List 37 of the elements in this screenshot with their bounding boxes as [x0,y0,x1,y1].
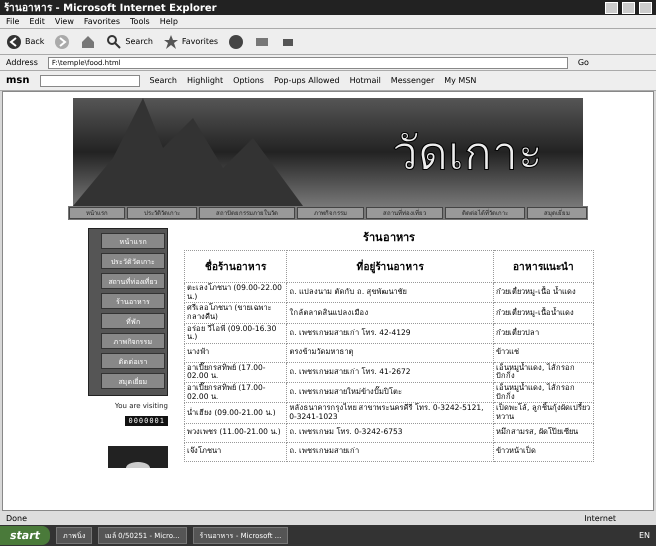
toolbar-link[interactable]: Messenger [390,76,434,85]
back-button[interactable]: Back [6,34,44,50]
menu-item[interactable]: Help [160,17,178,26]
star-icon [162,34,179,50]
column-header: อาหารแนะนำ [494,250,594,282]
menu-item[interactable]: View [54,17,74,26]
go-button[interactable]: Go [578,58,589,67]
zone-label: Internet [584,514,616,522]
home-icon[interactable] [80,34,96,50]
close-button[interactable] [639,2,652,14]
search-button[interactable]: Search [106,34,153,50]
toolbar-link[interactable]: My MSN [444,76,476,85]
search-field[interactable] [40,74,140,86]
status-text: Done [6,514,28,522]
column-header: ที่อยู่ร้านอาหาร [286,250,494,282]
start-button[interactable]: start [0,526,50,545]
address-label: Address [6,58,38,67]
window-title: ร้านอาหาร - Microsoft Internet Explorer [4,1,218,15]
menu-item[interactable]: File [6,17,20,26]
toolbar-link[interactable]: Hotmail [350,76,381,85]
toolbar-link[interactable]: Highlight [186,76,224,85]
msn-logo: msn [6,75,30,86]
maximize-button[interactable] [622,2,635,14]
favorites-button[interactable]: Favorites [162,34,218,50]
banner-title: วัดเกาะ [392,124,543,182]
toolbar-link[interactable]: Search [150,76,177,85]
language-indicator: EN [638,531,650,540]
menu-item[interactable]: Favorites [84,17,120,26]
menu-item[interactable]: Tools [130,17,150,26]
menu-item[interactable]: Edit [29,17,45,26]
footer-logo-icon [108,446,168,468]
toolbar-link[interactable]: Options [233,76,264,85]
column-header: ชื่อร้านอาหาร [184,250,287,282]
page-heading: ร้านอาหาร [363,230,415,246]
search-icon [106,34,122,50]
minimize-button[interactable] [605,2,618,14]
toolbar-link[interactable]: Pop-ups Allowed [274,76,340,85]
